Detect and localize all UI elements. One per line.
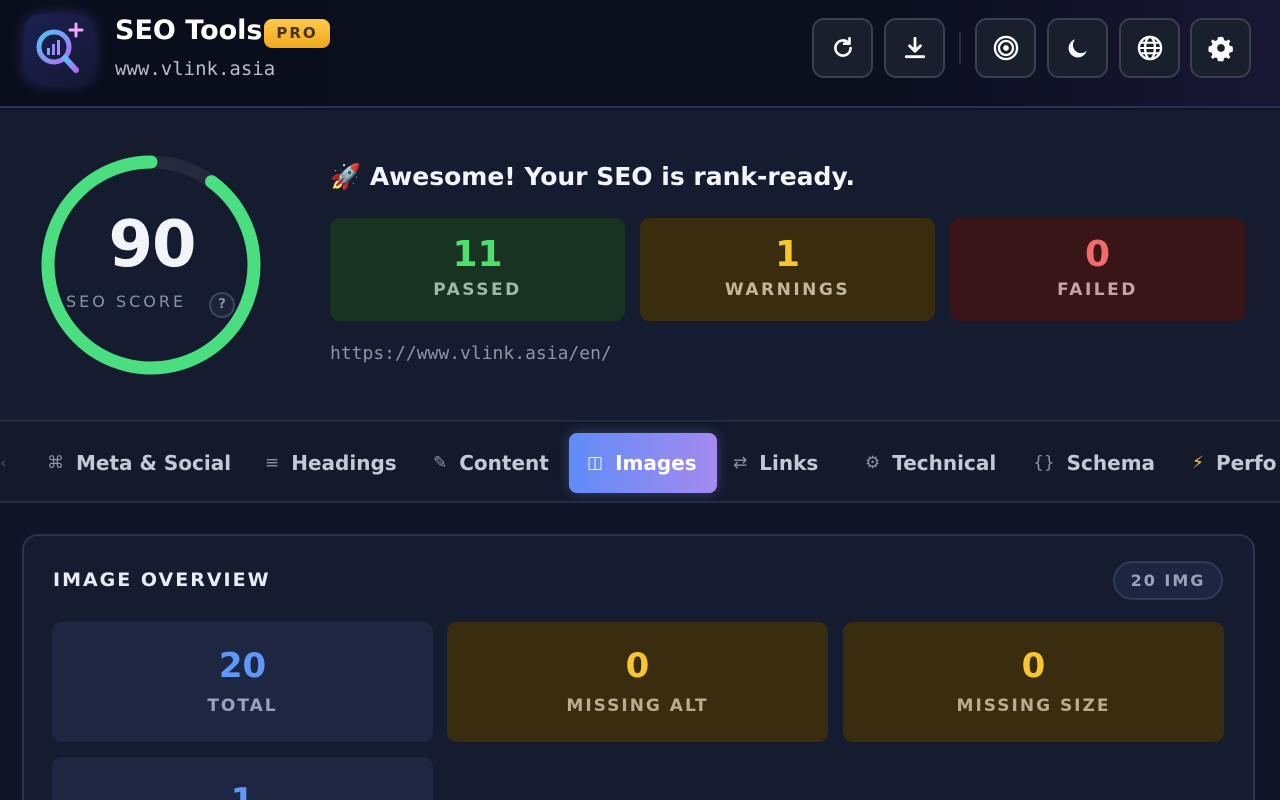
download-icon bbox=[904, 36, 925, 59]
language-button[interactable] bbox=[1119, 18, 1180, 78]
swap-icon: ⇄ bbox=[733, 453, 748, 473]
app-header: SEO Tools PRO www.vlink.asia bbox=[0, 0, 1280, 108]
warnings-label: WARNINGS bbox=[724, 280, 851, 300]
tab-label: Schema bbox=[1066, 451, 1156, 475]
tab-headings[interactable]: ≡ Headings bbox=[265, 433, 397, 493]
pro-badge: PRO bbox=[264, 19, 330, 48]
overview-stat-4: 1 bbox=[52, 757, 433, 800]
tab-links[interactable]: ⇄ Links bbox=[733, 433, 818, 493]
overview-stat-4-count: 1 bbox=[52, 781, 433, 800]
tab-label: Links bbox=[759, 451, 819, 475]
theme-toggle-button[interactable] bbox=[1047, 18, 1108, 78]
total-images-stat: 20 TOTAL bbox=[52, 622, 433, 742]
image-count-badge: 20 IMG bbox=[1113, 561, 1223, 600]
scroll-left-icon[interactable]: ‹ bbox=[0, 453, 6, 472]
tab-technical[interactable]: ⚙ Technical bbox=[865, 433, 996, 493]
target-button[interactable] bbox=[975, 18, 1036, 78]
seo-score-value: 90 bbox=[108, 208, 196, 282]
passed-stat[interactable]: 11 PASSED bbox=[330, 218, 625, 321]
app-logo bbox=[24, 14, 94, 84]
missing-size-label: MISSING SIZE bbox=[956, 696, 1111, 716]
page-url: https://www.vlink.asia/en/ bbox=[330, 343, 612, 364]
globe-icon bbox=[1137, 35, 1162, 61]
refresh-button[interactable] bbox=[812, 18, 873, 78]
refresh-icon bbox=[833, 36, 852, 57]
tab-bar: ‹ ⌘ Meta & Social ≡ Headings ✎ Content ◫… bbox=[0, 423, 1280, 503]
seo-score-label: SEO SCORE bbox=[66, 292, 187, 311]
target-icon bbox=[993, 35, 1018, 61]
tab-schema[interactable]: {} Schema bbox=[1033, 433, 1155, 493]
passed-count: 11 bbox=[452, 234, 503, 275]
braces-icon: {} bbox=[1033, 453, 1055, 473]
failed-count: 0 bbox=[1084, 234, 1111, 275]
header-divider bbox=[959, 32, 961, 64]
gear-icon bbox=[1207, 36, 1233, 62]
app-title: SEO Tools bbox=[115, 15, 263, 46]
passed-label: PASSED bbox=[433, 280, 522, 300]
seo-magnifier-icon bbox=[36, 22, 84, 73]
list-icon: ≡ bbox=[265, 453, 280, 473]
card-title: IMAGE OVERVIEW bbox=[53, 569, 271, 591]
total-count: 20 bbox=[218, 646, 267, 686]
verdict-message: 🚀 Awesome! Your SEO is rank-ready. bbox=[330, 162, 855, 191]
settings-button[interactable] bbox=[1190, 18, 1251, 78]
tab-label: Meta & Social bbox=[76, 451, 232, 475]
tab-label: Perfo bbox=[1215, 451, 1277, 475]
failed-label: FAILED bbox=[1057, 280, 1138, 300]
site-domain: www.vlink.asia bbox=[115, 58, 276, 80]
warnings-stat[interactable]: 1 WARNINGS bbox=[640, 218, 935, 321]
missing-alt-label: MISSING ALT bbox=[566, 696, 709, 716]
tab-content[interactable]: ✎ Content bbox=[433, 433, 549, 493]
help-icon[interactable]: ? bbox=[209, 292, 235, 318]
missing-size-stat: 0 MISSING SIZE bbox=[843, 622, 1224, 742]
tab-images[interactable]: ◫ Images bbox=[569, 433, 717, 493]
missing-alt-count: 0 bbox=[625, 646, 650, 686]
missing-size-count: 0 bbox=[1021, 646, 1046, 686]
moon-icon bbox=[1068, 39, 1087, 58]
failed-stat[interactable]: 0 FAILED bbox=[950, 218, 1245, 321]
tab-meta-social[interactable]: ⌘ Meta & Social bbox=[47, 433, 231, 493]
tab-label: Technical bbox=[892, 451, 997, 475]
warnings-count: 1 bbox=[774, 234, 801, 275]
tab-label: Headings bbox=[291, 451, 397, 475]
command-icon: ⌘ bbox=[47, 453, 64, 473]
gear-icon: ⚙ bbox=[865, 453, 881, 473]
tab-performance[interactable]: ⚡ Perfo bbox=[1192, 433, 1276, 493]
missing-alt-stat: 0 MISSING ALT bbox=[447, 622, 828, 742]
lightning-icon: ⚡ bbox=[1192, 453, 1204, 473]
total-label: TOTAL bbox=[207, 696, 278, 716]
tab-label: Content bbox=[459, 451, 549, 475]
download-button[interactable] bbox=[884, 18, 945, 78]
image-icon: ◫ bbox=[587, 453, 604, 473]
tab-label: Images bbox=[615, 451, 697, 475]
pencil-icon: ✎ bbox=[433, 453, 448, 473]
